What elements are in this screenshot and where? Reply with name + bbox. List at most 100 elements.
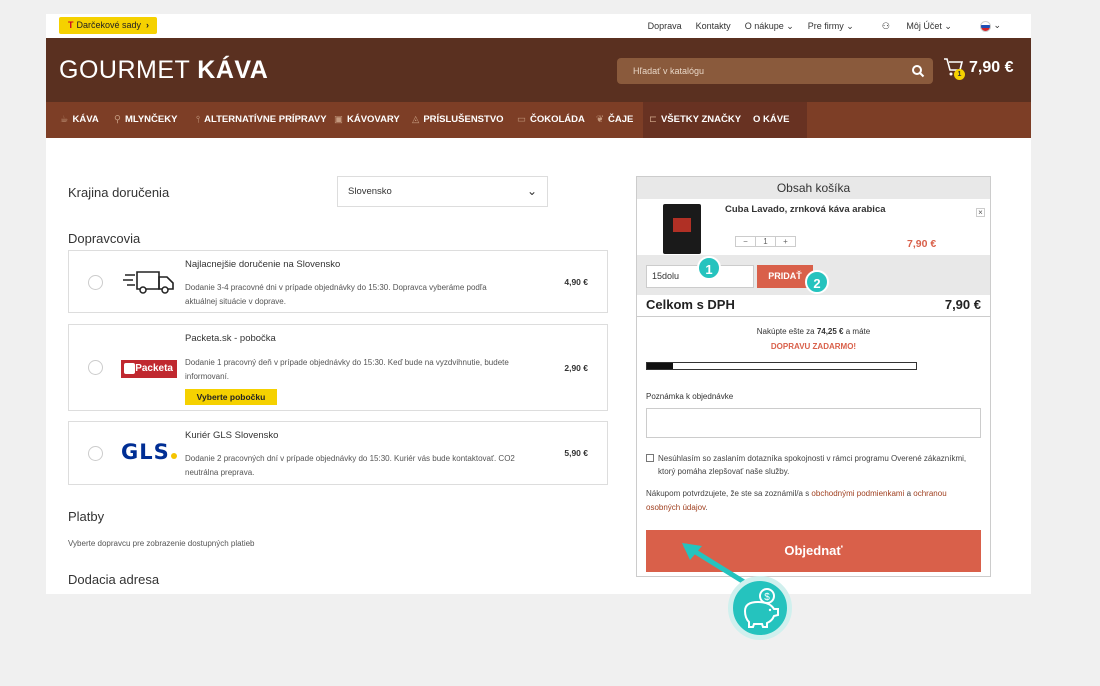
top-bar: T Darčekové sady › Doprava Kontakty O náku… xyxy=(46,14,1031,38)
carrier-radio[interactable] xyxy=(88,446,103,461)
tea-icon: ❦ xyxy=(596,114,604,125)
svg-text:$: $ xyxy=(764,592,770,603)
free-shipping-message: Nakúpte ešte za 74,25 € a máte xyxy=(637,327,990,336)
country-select[interactable]: Slovensko ⌄ xyxy=(337,176,548,207)
link-o-nakupe[interactable]: O nákupe ⌄ xyxy=(745,21,794,32)
payments-heading: Platby xyxy=(68,509,105,524)
user-icon: ⚇ xyxy=(881,20,893,31)
logo-light: GOURMET xyxy=(59,56,190,84)
nav-item-vsetky-znacky[interactable]: ⊏ VŠETKY ZNAČKY xyxy=(649,102,741,138)
terms-end: . xyxy=(705,503,708,512)
carrier-description: Dodanie 1 pracovný deň v prípade objedná… xyxy=(185,358,509,381)
carrier-title: Najlacnejšie doručenie na Slovensko xyxy=(185,259,341,270)
packeta-logo: Packeta xyxy=(121,360,177,378)
brands-icon: ⊏ xyxy=(649,114,657,125)
carrier-price: 2,90 € xyxy=(564,363,588,373)
packeta-box-icon xyxy=(124,363,135,374)
order-note-textarea[interactable] xyxy=(646,408,981,438)
free-post: a máte xyxy=(845,327,871,336)
nav-label: PRÍSLUŠENSTVO xyxy=(423,114,504,125)
chevron-right-icon: › xyxy=(146,20,150,30)
carrier-radio[interactable] xyxy=(88,360,103,375)
carrier-description: Dodanie 3-4 pracovné dni v prípade objed… xyxy=(185,283,487,306)
carrier-price: 4,90 € xyxy=(564,277,588,287)
total-label: Celkom s DPH xyxy=(646,297,735,312)
coffee-icon: ☕ xyxy=(60,114,69,125)
logo[interactable]: GOURMET KÁVA xyxy=(59,56,268,85)
carrier-price: 5,90 € xyxy=(564,448,588,458)
link-kontakty[interactable]: Kontakty xyxy=(696,21,731,31)
nav-item-caje[interactable]: ❦ ČAJE xyxy=(596,102,633,138)
gift-label: Darčekové sady xyxy=(76,20,142,30)
link-pre-firmy[interactable]: Pre firmy ⌄ xyxy=(808,21,854,32)
search-icon[interactable] xyxy=(911,64,925,78)
nav-item-alternativne[interactable]: ⫯ ALTERNATÍVNE PRÍPRAVY xyxy=(196,102,327,138)
search-input[interactable]: Hľadať v katalógu xyxy=(617,58,933,84)
nav-item-cokolada[interactable]: ▭ ČOKOLÁDA xyxy=(517,102,585,138)
nav-item-mlyncky[interactable]: ⚲ MLYNČEKY xyxy=(114,102,177,138)
carrier-title: Packeta.sk - pobočka xyxy=(185,333,276,344)
product-label-graphic xyxy=(673,218,691,232)
chevron-down-icon: ⌄ xyxy=(526,184,537,198)
nav-item-o-kave[interactable]: O KÁVE xyxy=(753,102,789,138)
link-doprava[interactable]: Doprava xyxy=(648,21,682,31)
nav-label: VŠETKY ZNAČKY xyxy=(660,114,742,125)
carrier-option[interactable]: GLS Kuriér GLS Slovensko Dodanie 2 praco… xyxy=(68,421,608,485)
account-label: Môj Účet ⌄ xyxy=(906,20,952,31)
select-branch-button[interactable]: Vyberte pobočku xyxy=(185,389,277,405)
qty-decrease-button[interactable]: − xyxy=(735,236,756,247)
nav-label: ALTERNATÍVNE PRÍPRAVY xyxy=(204,114,327,125)
product-price: 7,90 € xyxy=(907,238,937,250)
cart-count-badge: 1 xyxy=(954,69,965,80)
delivery-truck-icon xyxy=(123,271,174,294)
carrier-option[interactable]: Packeta Packeta.sk - pobočka Dodanie 1 p… xyxy=(68,324,608,411)
carriers-heading: Dopravcovia xyxy=(68,231,141,246)
link-moj-ucet[interactable]: ⚇ Môj Účet ⌄ xyxy=(868,21,952,32)
total-row: Celkom s DPH 7,90 € xyxy=(637,295,990,317)
nav-label: KÁVA xyxy=(72,114,99,125)
cart-heading: Obsah košíka xyxy=(637,177,990,199)
gift-sets-button[interactable]: T Darčekové sady › xyxy=(59,17,158,34)
accessories-icon: ◬ xyxy=(412,114,420,125)
language-selector[interactable]: ⌄ xyxy=(966,20,1001,32)
grinder-icon: ⚲ xyxy=(114,114,121,125)
nav-item-kavovary[interactable]: ▣ KÁVOVARY xyxy=(334,102,400,138)
nav-label: ČAJE xyxy=(607,114,634,125)
remove-item-button[interactable]: × xyxy=(976,208,985,217)
nav-item-prislusenstvo[interactable]: ◬ PRÍSLUŠENSTVO xyxy=(412,102,504,138)
nav-label: MLYNČEKY xyxy=(124,114,178,125)
callout-1: 1 xyxy=(697,256,721,280)
free-shipping-label: DOPRAVU ZADARMO! xyxy=(770,342,857,351)
logo-bold: KÁVA xyxy=(197,56,269,84)
drip-icon: ⫯ xyxy=(196,114,201,125)
product-name[interactable]: Cuba Lavado, zrnková káva arabica xyxy=(725,204,886,215)
country-label: Krajina doručenia xyxy=(68,185,170,200)
address-heading: Dodacia adresa xyxy=(68,572,160,587)
gift-icon: T xyxy=(68,20,74,30)
consent-checkbox[interactable] xyxy=(646,454,654,462)
nav-label: O KÁVE xyxy=(753,114,790,125)
qty-increase-button[interactable]: + xyxy=(775,236,796,247)
carrier-description: Dodanie 2 pracovných dní v prípade objed… xyxy=(185,454,515,477)
nav-label: ČOKOLÁDA xyxy=(529,114,585,125)
carrier-option[interactable]: Najlacnejšie doručenie na Slovensko Doda… xyxy=(68,250,608,313)
product-image[interactable] xyxy=(663,204,701,254)
page: T Darčekové sady › Doprava Kontakty O náku… xyxy=(46,14,1031,594)
nav-label: KÁVOVARY xyxy=(346,114,400,125)
chocolate-icon: ▭ xyxy=(517,114,526,125)
free-shipping-progress xyxy=(646,362,917,370)
payments-note: Vyberte dopravcu pre zobrazenie dostupný… xyxy=(68,539,255,548)
nav-item-kava[interactable]: ☕ KÁVA xyxy=(60,102,99,138)
note-label: Poznámka k objednávke xyxy=(646,392,734,401)
total-value: 7,90 € xyxy=(944,297,981,312)
qty-input[interactable]: 1 xyxy=(755,236,776,247)
progress-fill xyxy=(647,363,673,369)
callout-2: 2 xyxy=(805,270,829,294)
free-pre: Nakúpte ešte za xyxy=(756,327,815,336)
terms-text: Nákupom potvrdzujete, že ste sa zoznámil… xyxy=(646,487,981,515)
terms-link[interactable]: obchodnými podmienkami xyxy=(811,489,904,498)
country-value: Slovensko xyxy=(348,186,392,197)
top-links: Doprava Kontakty O nákupe ⌄ Pre firmy ⌄ … xyxy=(634,14,1001,38)
carrier-radio[interactable] xyxy=(88,275,103,290)
packeta-logo-text: Packeta xyxy=(135,363,173,374)
